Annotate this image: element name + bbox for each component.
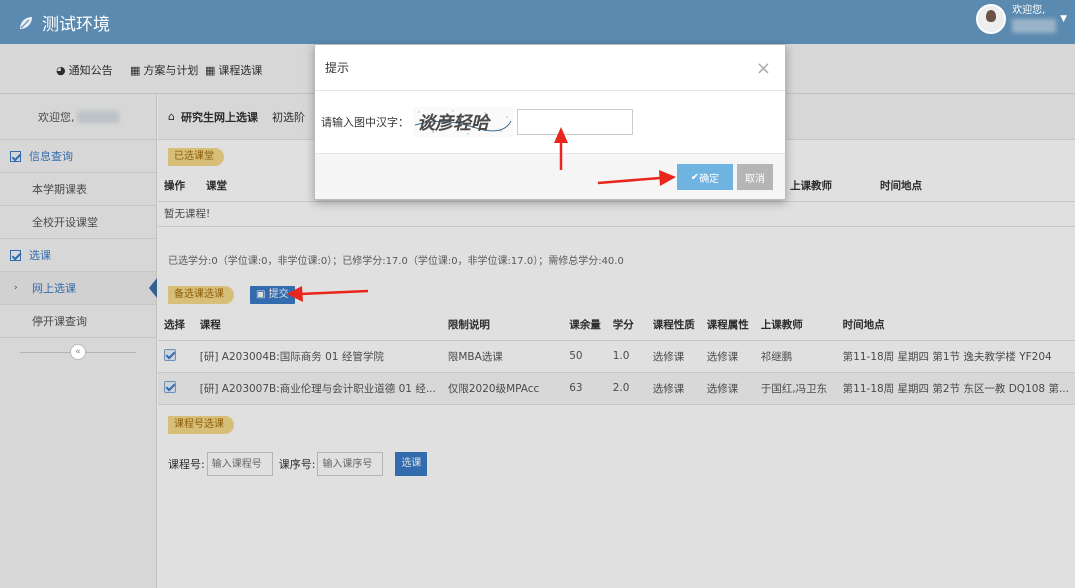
user-menu[interactable]: 欢迎您, ▼ xyxy=(976,4,1067,34)
captcha-text: 谈彦轻哈 xyxy=(417,113,492,134)
dialog-footer: ✔ 确定 取消 xyxy=(315,153,785,199)
top-bar: 测试环境 欢迎您, ▼ xyxy=(0,0,1075,44)
collapse-icon[interactable]: « xyxy=(70,344,86,360)
leaf-icon xyxy=(20,16,32,29)
user-greeting: 欢迎您, xyxy=(1012,5,1046,16)
confirm-button[interactable]: ✔ 确定 xyxy=(677,164,733,190)
captcha-input[interactable] xyxy=(517,109,633,135)
confirm-label: 确定 xyxy=(699,173,720,185)
captcha-dialog: 提示 × 请输入图中汉字： 谈彦轻哈 ✔ 确定 取消 xyxy=(314,44,786,200)
check-icon: ✔ xyxy=(690,171,700,183)
app-title: 测试环境 xyxy=(42,15,110,35)
dialog-header: 提示 × xyxy=(315,45,785,91)
user-name-redacted xyxy=(1012,19,1057,33)
caret-down-icon: ▼ xyxy=(1060,14,1067,24)
app-logo[interactable]: 测试环境 xyxy=(18,10,110,35)
avatar xyxy=(976,4,1007,34)
captcha-prompt: 请输入图中汉字： xyxy=(321,116,409,129)
close-icon[interactable]: × xyxy=(756,58,771,79)
dialog-title: 提示 xyxy=(325,61,350,75)
cancel-button[interactable]: 取消 xyxy=(737,164,773,190)
dialog-body: 请输入图中汉字： 谈彦轻哈 xyxy=(315,91,785,153)
captcha-image: 谈彦轻哈 xyxy=(413,107,513,137)
